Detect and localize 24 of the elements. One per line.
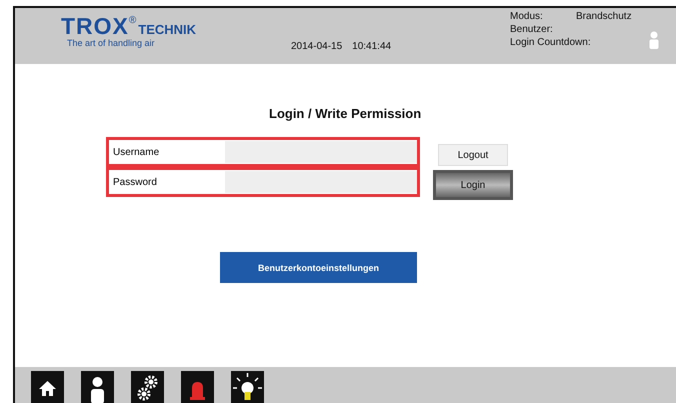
field-label: Password [112, 176, 158, 190]
registered-mark: ® [128, 16, 136, 26]
tagline: The art of handling air [67, 38, 156, 48]
home-icon[interactable] [31, 371, 64, 403]
input-field[interactable] [225, 141, 417, 163]
user-icon [649, 31, 659, 49]
login-button[interactable]: Login [433, 170, 513, 200]
status-label: Login Countdown: [510, 36, 591, 49]
page-title: Login / Write Permission [269, 106, 422, 121]
input-field[interactable] [225, 171, 417, 193]
account-settings-button[interactable]: Benutzerkontoeinstellungen [220, 252, 417, 283]
date-text: 2014-04-15 [291, 41, 342, 52]
status-label: Modus: [510, 10, 544, 23]
logout-button[interactable]: Logout [438, 144, 508, 166]
settings-icon[interactable] [131, 371, 164, 403]
brand-logo: TROX [61, 14, 129, 38]
status-value: Brandschutz [576, 10, 632, 23]
time-text: 10:41:44 [352, 41, 392, 52]
user-icon[interactable] [81, 371, 114, 403]
alarm-icon[interactable] [181, 371, 214, 403]
light-bulb-icon[interactable] [231, 371, 264, 403]
status-label: Benutzer: [510, 23, 554, 36]
brand-suffix: TECHNIK [138, 22, 196, 37]
field-label: Username [112, 146, 160, 160]
